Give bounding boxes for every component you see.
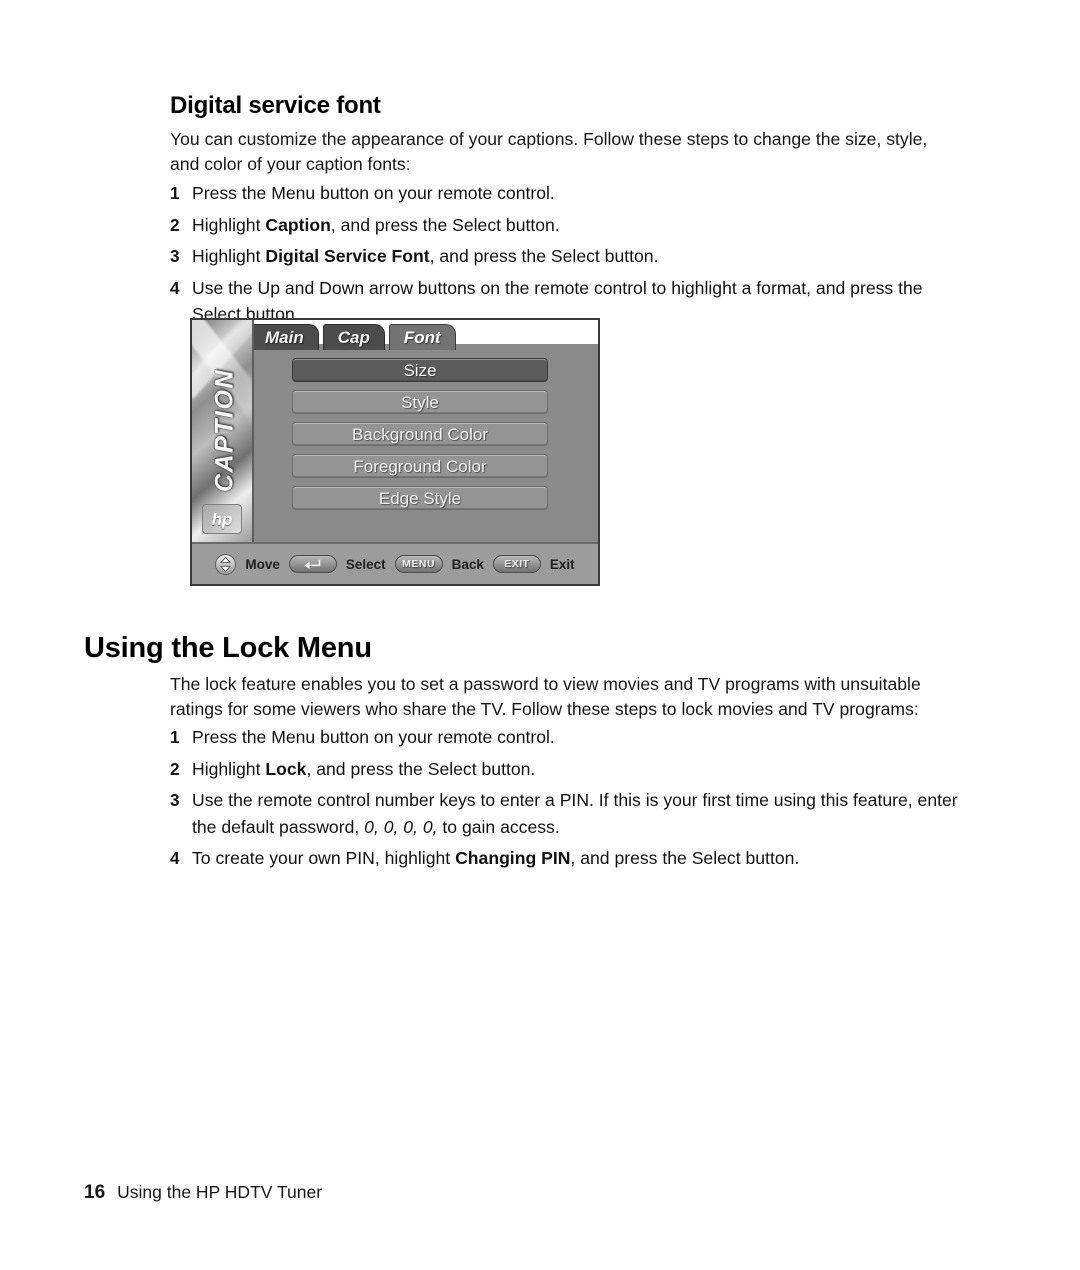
page-footer: 16 Using the HP HDTV Tuner [84, 1182, 322, 1204]
hp-logo-text: hp [211, 509, 233, 529]
enter-key-icon [288, 555, 337, 573]
osd-sidebar-label: CAPTION [210, 369, 239, 492]
step-number: 4 [170, 277, 180, 298]
footer-title: Using the HP HDTV Tuner [117, 1182, 323, 1202]
step-number: 1 [170, 727, 180, 747]
exit-key-icon: EXIT [492, 555, 541, 573]
step-number: 3 [170, 246, 180, 266]
osd-back-label: Back [451, 556, 484, 572]
list-item: 3 Use the remote control number keys to … [170, 787, 960, 840]
osd-tab-bar: Main Cap Font [250, 320, 460, 350]
osd-tab-main[interactable]: Main [250, 324, 319, 350]
section1-intro-paragraph: You can customize the appearance of your… [170, 129, 928, 174]
list-item: 3 Highlight Digital Service Font, and pr… [170, 243, 960, 270]
osd-status-bar: Move Select MENU Back EXIT Exit [192, 542, 598, 584]
osd-sidebar: CAPTION hp [192, 320, 254, 542]
section1-step-list: 1 Press the Menu button on your remote c… [170, 180, 960, 333]
step-number: 4 [170, 848, 180, 868]
section-heading-using-the-lock-menu: Using the Lock Menu [84, 632, 372, 664]
step-text: Press the Menu button on your remote con… [192, 727, 555, 747]
step-text-pre: Highlight [192, 246, 266, 266]
osd-select-label: Select [345, 556, 386, 572]
section2-intro-paragraph: The lock feature enables you to set a pa… [170, 674, 921, 719]
step-text-post: , and press the Select button. [330, 214, 560, 235]
osd-menu-item-foreground-color[interactable]: Foreground Color [292, 454, 548, 478]
osd-menu-item-style[interactable]: Style [292, 390, 548, 414]
osd-screenshot-figure: Main Cap Font CAPTION hp Size Style Back… [190, 318, 600, 586]
step-text-pre: Highlight [192, 758, 266, 779]
step-text-post: , and press the Select button. [570, 848, 800, 868]
osd-exit-label: Exit [549, 556, 575, 572]
step-number: 3 [170, 790, 180, 810]
list-item: 2 Highlight Lock, and press the Select b… [170, 756, 960, 783]
list-item: 1 Press the Menu button on your remote c… [170, 724, 960, 751]
list-item: 2 Highlight Caption, and press the Selec… [170, 212, 960, 239]
list-item: 1 Press the Menu button on your remote c… [170, 180, 960, 207]
osd-menu-item-size[interactable]: Size [292, 358, 548, 382]
step-text-post: to gain access. [437, 816, 560, 837]
step-number: 1 [170, 183, 180, 203]
step-text-post: , and press the Select button. [429, 246, 659, 266]
step-text-pre: Use the remote control number keys to en… [192, 790, 958, 837]
osd-menu-item-edge-style[interactable]: Edge Style [292, 486, 548, 510]
hp-logo: hp [202, 504, 242, 534]
list-item: 4 To create your own PIN, highlight Chan… [170, 845, 960, 872]
step-text-post: , and press the Select button. [306, 758, 536, 779]
page-number: 16 [84, 1182, 106, 1203]
step-text-emphasis: Changing PIN [455, 848, 571, 868]
step-text: Press the Menu button on your remote con… [192, 183, 555, 203]
document-page: Digital service font You can customize t… [0, 0, 1080, 1270]
osd-menu-list: Size Style Background Color Foreground C… [292, 358, 548, 518]
menu-key-icon: MENU [394, 555, 443, 573]
section-heading-digital-service-font: Digital service font [170, 92, 381, 119]
osd-tab-font[interactable]: Font [388, 324, 456, 350]
step-text-pre: Highlight [192, 214, 266, 235]
step-number: 2 [170, 758, 180, 779]
osd-menu-item-background-color[interactable]: Background Color [292, 422, 548, 446]
osd-move-label: Move [245, 556, 280, 572]
section2-step-list: 1 Press the Menu button on your remote c… [170, 724, 960, 877]
osd-content-panel: Size Style Background Color Foreground C… [252, 350, 598, 542]
step-text-pre: To create your own PIN, highlight [192, 848, 456, 868]
step-number: 2 [170, 214, 180, 235]
step-text-emphasis: Digital Service Font [265, 246, 430, 266]
osd-tab-cap[interactable]: Cap [322, 324, 385, 350]
step-text-emphasis: Lock [265, 758, 307, 779]
up-down-arrow-icon [215, 553, 237, 575]
step-text-emphasis: Caption [265, 214, 331, 235]
step-text-default-pin: 0, 0, 0, 0, [364, 816, 438, 837]
